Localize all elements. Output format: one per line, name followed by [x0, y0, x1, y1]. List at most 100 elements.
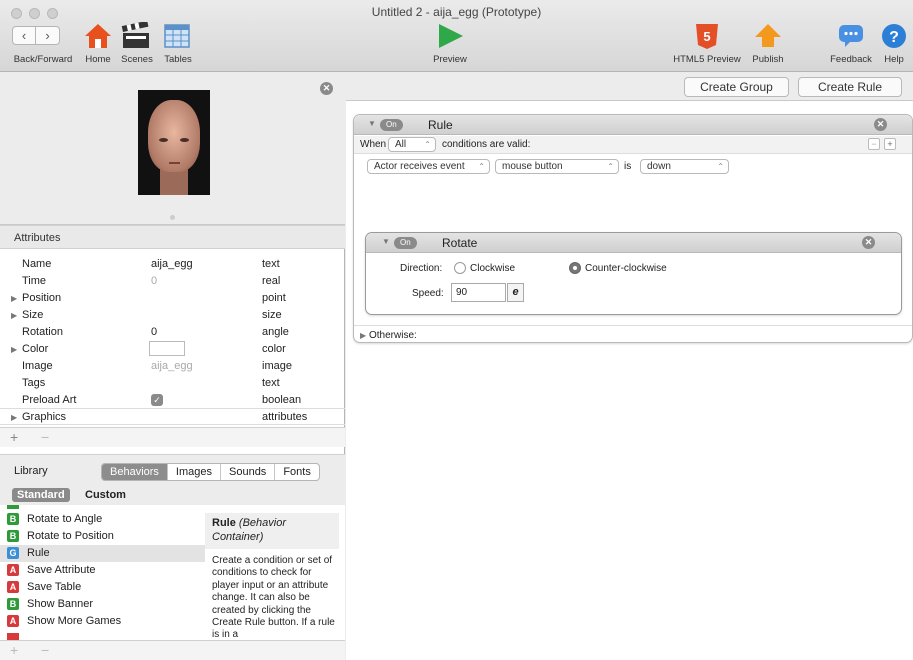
rule-block[interactable]: ▼ On Rule ✕ When All ⌃ conditions are val…	[353, 114, 913, 343]
condition-subject-select[interactable]: Actor receives event ⌃	[367, 159, 490, 174]
remove-attribute-button[interactable]: −	[41, 429, 49, 445]
add-behavior-button[interactable]: +	[10, 642, 18, 658]
remove-behavior-button[interactable]: −	[41, 642, 49, 658]
rotate-behavior-block[interactable]: ▼ On Rotate ✕ Direction: Clockwise Count…	[365, 232, 902, 315]
remove-condition-button[interactable]: −	[868, 138, 880, 150]
list-item[interactable]: A Save Attribute	[0, 562, 205, 579]
close-icon[interactable]: ✕	[874, 118, 887, 131]
attribute-type: attributes	[262, 411, 308, 423]
list-item-label: Save Table	[27, 581, 82, 593]
publish-button[interactable]: Publish	[752, 22, 784, 65]
disclosure-triangle-icon[interactable]: ▶	[11, 345, 17, 354]
create-rule-button[interactable]: Create Rule	[798, 77, 902, 97]
counter-clockwise-radio[interactable]	[569, 262, 581, 274]
library-tabs[interactable]: Behaviors Images Sounds Fonts	[101, 463, 320, 481]
tables-button[interactable]: Tables	[162, 22, 194, 65]
rule-on-toggle[interactable]: On	[380, 119, 403, 131]
create-group-button[interactable]: Create Group	[684, 77, 789, 97]
feedback-button[interactable]: Feedback	[830, 22, 872, 65]
forward-button[interactable]: ›	[36, 26, 60, 45]
publish-label: Publish	[752, 54, 784, 65]
behavior-badge: A	[7, 564, 19, 576]
condition-state-select[interactable]: down ⌃	[640, 159, 729, 174]
tab-standard[interactable]: Standard	[12, 488, 70, 502]
tab-behaviors[interactable]: Behaviors	[102, 464, 167, 480]
html5-preview-label: HTML5 Preview	[673, 54, 741, 65]
attribute-value[interactable]: aija_egg	[151, 258, 193, 270]
rule-title[interactable]: Rule	[428, 118, 453, 132]
disclosure-triangle-icon[interactable]: ▶	[11, 311, 17, 320]
rotate-title[interactable]: Rotate	[442, 236, 477, 250]
attribute-value[interactable]: aija_egg	[151, 360, 193, 372]
add-attribute-button[interactable]: +	[10, 429, 18, 445]
preview-label: Preview	[433, 54, 467, 65]
feedback-label: Feedback	[830, 54, 872, 65]
behavior-badge: B	[7, 598, 19, 610]
attribute-type: size	[262, 309, 282, 321]
back-button[interactable]: ‹	[12, 26, 36, 45]
speed-input[interactable]: 90	[451, 283, 506, 302]
attribute-type: text	[262, 258, 280, 270]
actor-editor-pane: ✕ Attributes Name aija_egg text Time 0 r…	[0, 73, 345, 660]
html5-preview-button[interactable]: 5 HTML5 Preview	[673, 22, 741, 65]
attribute-value[interactable]: 0	[151, 275, 157, 287]
attribute-row[interactable]: ▶ Graphics attributes	[0, 408, 345, 425]
condition-subject-value: Actor receives event	[374, 161, 465, 172]
behavior-description: Rule (Behavior Container) Create a condi…	[205, 505, 345, 640]
list-item[interactable]: B Rotate to Angle	[0, 511, 205, 528]
attribute-row[interactable]: Rotation 0 angle	[0, 324, 345, 341]
attribute-row[interactable]: Tags text	[0, 375, 345, 392]
scenes-button[interactable]: Scenes	[120, 20, 154, 65]
attribute-row[interactable]: ▶ Position point	[0, 290, 345, 307]
attribute-value[interactable]: 0	[151, 326, 157, 338]
disclosure-triangle-icon[interactable]: ▶	[360, 331, 366, 340]
condition-event-select[interactable]: mouse button ⌃	[495, 159, 619, 174]
tab-images[interactable]: Images	[166, 464, 220, 480]
rotate-on-toggle[interactable]: On	[394, 237, 417, 249]
tab-sounds[interactable]: Sounds	[220, 464, 274, 480]
disclosure-triangle-icon[interactable]: ▶	[11, 413, 17, 422]
attribute-row[interactable]: Name aija_egg text	[0, 256, 345, 273]
behavior-list: B Rotate to Angle B Rotate to Position G…	[0, 505, 205, 640]
all-any-select[interactable]: All ⌃	[388, 137, 436, 152]
list-item[interactable]: B Show Banner	[0, 596, 205, 613]
attribute-name: Time	[22, 275, 47, 287]
list-item[interactable]: A Save Table	[0, 579, 205, 596]
home-button[interactable]: Home	[84, 22, 112, 65]
disclosure-triangle-icon[interactable]: ▶	[11, 294, 17, 303]
counter-clockwise-label[interactable]: Counter-clockwise	[585, 263, 667, 274]
collapse-triangle-icon[interactable]: ▼	[368, 119, 376, 128]
clockwise-label[interactable]: Clockwise	[470, 263, 515, 274]
close-icon[interactable]: ✕	[320, 82, 333, 95]
attribute-row[interactable]: Time 0 real	[0, 273, 345, 290]
attribute-type: image	[262, 360, 292, 372]
tab-custom[interactable]: Custom	[85, 489, 126, 501]
attribute-type: boolean	[262, 394, 302, 406]
attribute-row[interactable]: ▶ Size size	[0, 307, 345, 324]
resize-handle[interactable]	[170, 215, 175, 220]
tab-fonts[interactable]: Fonts	[274, 464, 319, 480]
attribute-type: point	[262, 292, 286, 304]
when-label: When	[360, 139, 387, 150]
list-item-selected[interactable]: G Rule	[0, 545, 205, 562]
list-item-label: Show More Games	[27, 615, 122, 627]
color-swatch[interactable]	[149, 341, 185, 356]
add-condition-button[interactable]: +	[884, 138, 896, 150]
list-item[interactable]: B Rotate to Position	[0, 528, 205, 545]
close-icon[interactable]: ✕	[862, 236, 875, 249]
otherwise-row[interactable]: ▶ Otherwise:	[354, 325, 912, 343]
list-item[interactable]: A Show More Games	[0, 613, 205, 630]
attribute-row[interactable]: Preload Art ✓ boolean	[0, 392, 345, 409]
attribute-row[interactable]: Image aija_egg image	[0, 358, 345, 375]
expression-editor-button[interactable]: e	[507, 283, 524, 302]
help-icon: ?	[882, 24, 906, 48]
attribute-name: Graphics	[22, 411, 67, 423]
clockwise-radio[interactable]	[454, 262, 466, 274]
help-button[interactable]: ? Help	[880, 22, 908, 65]
condition-state-value: down	[647, 161, 671, 172]
back-forward-control[interactable]: ‹ ›	[12, 26, 60, 45]
preview-button[interactable]: Preview	[433, 22, 467, 65]
checkbox-checked[interactable]: ✓	[151, 394, 163, 406]
collapse-triangle-icon[interactable]: ▼	[382, 237, 390, 246]
attribute-row[interactable]: ▶ Color color	[0, 341, 345, 358]
